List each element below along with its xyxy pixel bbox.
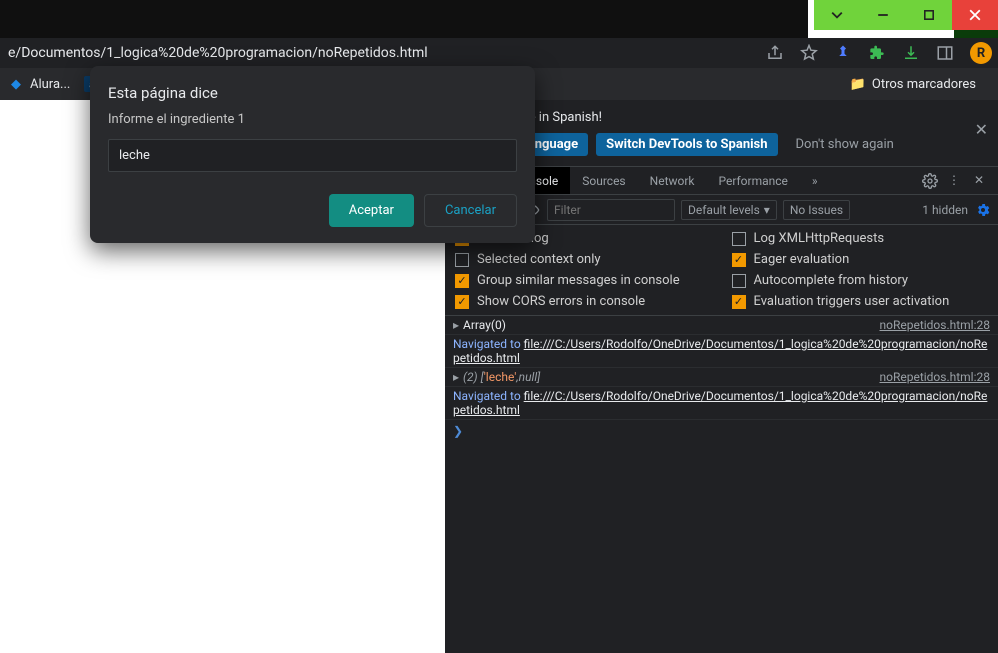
checkbox-icon <box>455 253 469 267</box>
checkbox-icon <box>732 232 746 246</box>
share-icon[interactable] <box>766 44 784 62</box>
navigation-row: Navigated to file:///C:/Users/Rodolfo/On… <box>445 335 998 368</box>
bookmark-favicon: ◆ <box>8 76 24 92</box>
nav-url[interactable]: file:///C:/Users/Rodolfo/OneDrive/Docume… <box>453 337 987 365</box>
hidden-count[interactable]: 1 hidden <box>922 203 968 217</box>
bookmark-item[interactable]: ◆ Alura... <box>8 76 70 92</box>
chevron-down-icon: ▾ <box>764 203 770 217</box>
dialog-input[interactable] <box>108 139 517 172</box>
window-minimize-button[interactable] <box>860 0 906 30</box>
settings-icon[interactable] <box>922 173 938 189</box>
log-levels-dropdown[interactable]: Default levels▾ <box>681 200 777 220</box>
window-controls <box>814 0 998 30</box>
opt-group-messages[interactable]: Group similar messages in console <box>455 273 712 288</box>
folder-icon: 📁 <box>850 76 866 92</box>
window-dropdown-button[interactable] <box>814 0 860 30</box>
star-icon[interactable] <box>800 44 818 62</box>
console-settings-icon[interactable] <box>974 201 992 219</box>
tab-performance[interactable]: Performance <box>707 167 800 194</box>
opt-log-xhr[interactable]: Log XMLHttpRequests <box>732 231 989 246</box>
address-bar: e/Documentos/1_logica%20de%20programacio… <box>0 38 998 68</box>
log-string: 'leche' <box>484 370 517 384</box>
bookmark-label: Otros marcadores <box>872 77 976 92</box>
devtools-close-icon[interactable]: ✕ <box>974 173 990 189</box>
extension-icon[interactable] <box>868 44 886 62</box>
banner-dismiss-button[interactable]: Don't show again <box>786 133 904 156</box>
other-bookmarks[interactable]: 📁 Otros marcadores <box>850 76 976 92</box>
dialog-accept-button[interactable]: Aceptar <box>329 194 414 227</box>
log-value: Array(0) <box>463 318 506 332</box>
checkbox-icon <box>455 295 469 309</box>
checkbox-icon <box>455 274 469 288</box>
opt-autocomplete[interactable]: Autocomplete from history <box>732 273 989 288</box>
nav-prefix: Navigated to <box>453 389 524 403</box>
window-maximize-button[interactable] <box>906 0 952 30</box>
log-source-link[interactable]: noRepetidos.html:28 <box>879 370 990 384</box>
expand-icon[interactable]: ▸ <box>453 318 459 332</box>
window-close-button[interactable] <box>952 0 998 30</box>
navigation-row: Navigated to file:///C:/Users/Rodolfo/On… <box>445 387 998 420</box>
url-text[interactable]: e/Documentos/1_logica%20de%20programacio… <box>8 45 428 61</box>
nav-url[interactable]: file:///C:/Users/Rodolfo/OneDrive/Docume… <box>453 389 987 417</box>
kebab-menu-icon[interactable]: ⋮ <box>948 173 964 189</box>
opt-user-activation[interactable]: Evaluation triggers user activation <box>732 294 989 309</box>
opt-eager-eval[interactable]: Eager evaluation <box>732 252 989 267</box>
checkbox-icon <box>732 295 746 309</box>
log-source-link[interactable]: noRepetidos.html:28 <box>879 318 990 332</box>
expand-icon[interactable]: ▸ <box>453 370 459 384</box>
banner-switch-button[interactable]: Switch DevTools to Spanish <box>596 133 777 156</box>
pin-icon[interactable] <box>834 44 852 62</box>
log-count: (2) <box>463 370 478 384</box>
console-prompt[interactable]: ❯ <box>445 420 998 442</box>
javascript-prompt-dialog: Esta página dice Informe el ingrediente … <box>90 66 535 243</box>
checkbox-icon <box>732 253 746 267</box>
console-filter-input[interactable] <box>547 199 675 221</box>
panel-icon[interactable] <box>936 44 954 62</box>
log-row[interactable]: ▸ Array(0) noRepetidos.html:28 <box>445 316 998 335</box>
checkbox-icon <box>732 274 746 288</box>
banner-close-icon[interactable]: ✕ <box>975 120 988 139</box>
opt-cors-errors[interactable]: Show CORS errors in console <box>455 294 712 309</box>
console-log: ▸ Array(0) noRepetidos.html:28 Navigated… <box>445 316 998 653</box>
tab-network[interactable]: Network <box>638 167 707 194</box>
opt-selected-context[interactable]: Selected context only <box>455 252 712 267</box>
nav-prefix: Navigated to <box>453 337 524 351</box>
tab-overflow-icon[interactable]: » <box>800 167 830 194</box>
log-null: null <box>519 370 538 384</box>
tab-sources[interactable]: Sources <box>570 167 637 194</box>
log-row[interactable]: ▸ (2) ['leche', null] noRepetidos.html:2… <box>445 368 998 387</box>
bookmark-label: Alura... <box>30 77 70 92</box>
download-icon[interactable] <box>902 44 920 62</box>
dialog-title: Esta página dice <box>108 84 517 102</box>
profile-avatar[interactable]: R <box>970 42 992 64</box>
dialog-message: Informe el ingrediente 1 <box>108 112 517 127</box>
dialog-cancel-button[interactable]: Cancelar <box>424 194 517 227</box>
issues-button[interactable]: No Issues <box>783 200 850 220</box>
